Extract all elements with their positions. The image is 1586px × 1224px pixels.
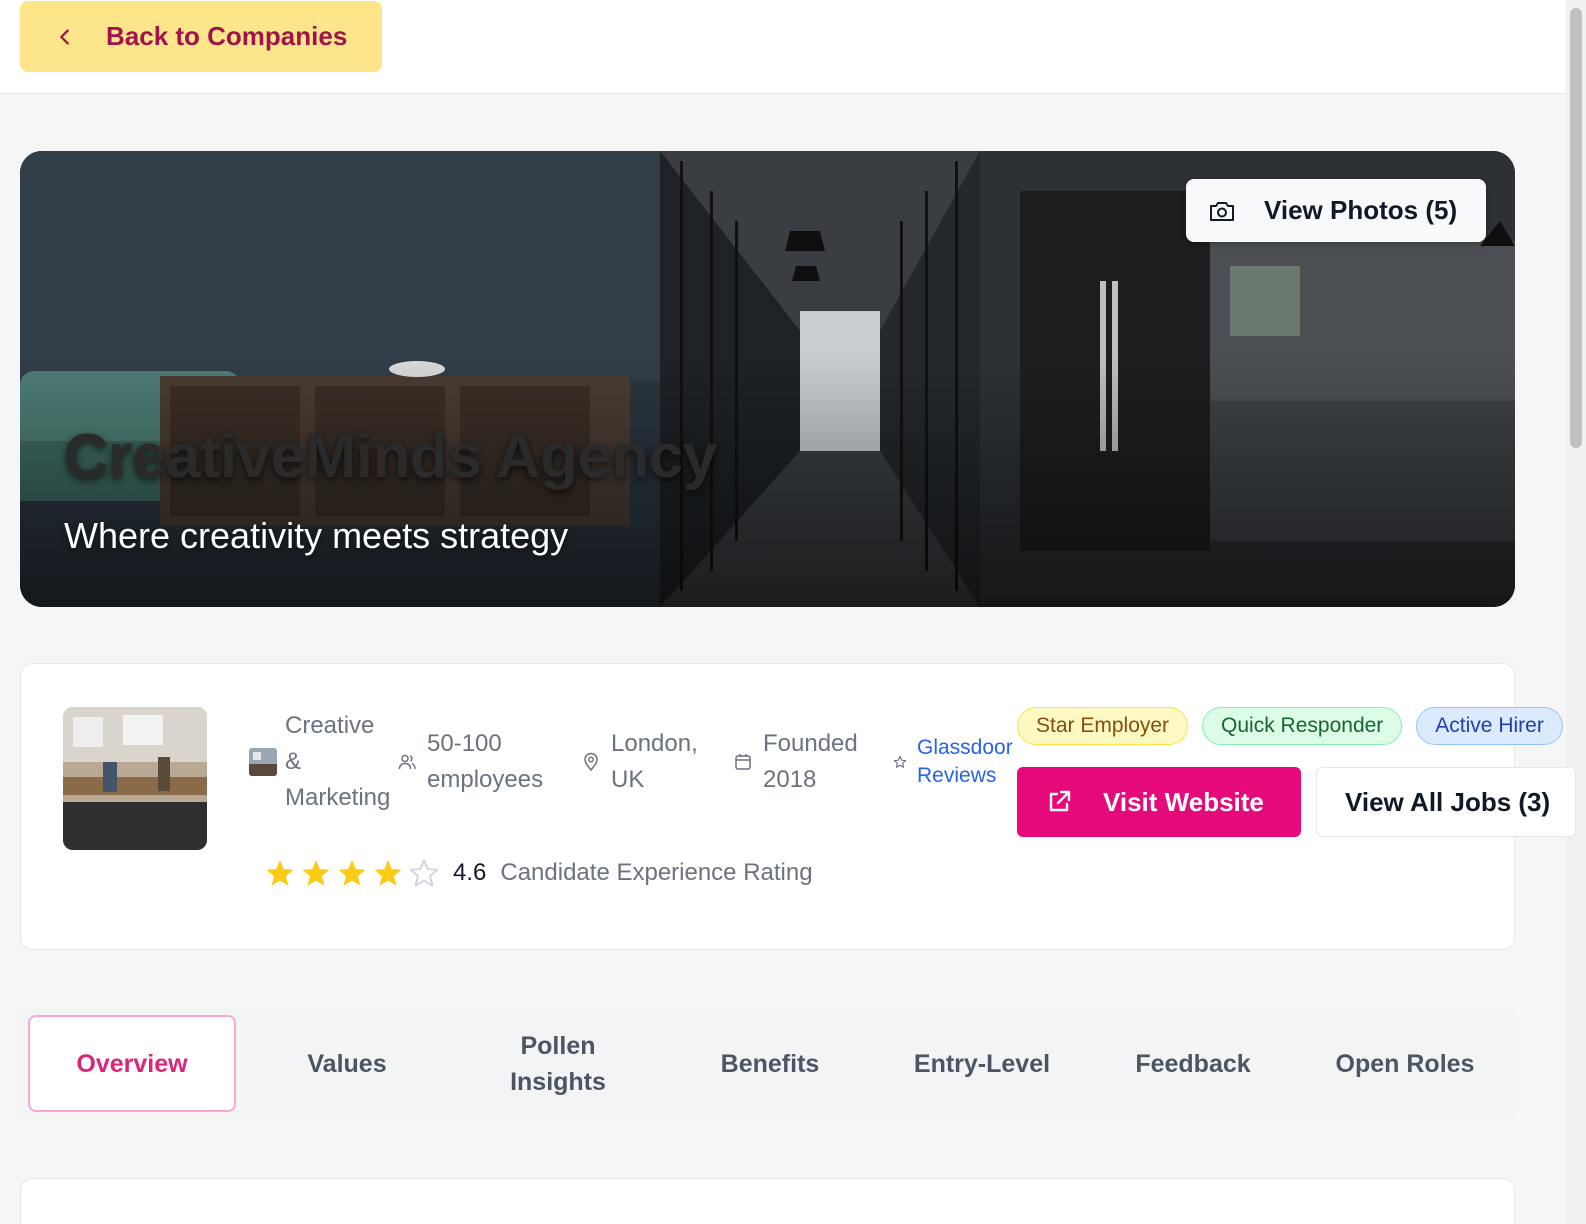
- glassdoor-text: Glassdoor Reviews: [917, 736, 1013, 787]
- location: London, UK: [581, 726, 698, 798]
- company-tagline: Where creativity meets strategy: [64, 515, 569, 556]
- map-pin-icon: [584, 752, 598, 772]
- company-name: CreativeMinds Agency: [64, 422, 717, 491]
- view-photos-label: View Photos (5): [1264, 195, 1458, 225]
- tab-benefits[interactable]: Benefits: [666, 1015, 874, 1112]
- founded-text: Founded 2018: [763, 730, 858, 793]
- candidate-experience-rating: 4.6 Candidate Experience Rating: [265, 858, 813, 888]
- users-icon: [398, 754, 416, 770]
- star-filled-icon: [302, 859, 330, 886]
- tab-values[interactable]: Values: [243, 1015, 451, 1112]
- industry-text: Creative & Marketing: [285, 712, 391, 811]
- badges: Star Employer Quick Responder Active Hir…: [1017, 707, 1563, 745]
- star-filled-icon: [266, 859, 294, 886]
- tab-entry-level[interactable]: Entry-Level: [878, 1015, 1086, 1112]
- badge-star-employer: Star Employer: [1017, 707, 1189, 745]
- scrollbar-thumb[interactable]: [1570, 8, 1582, 448]
- star-filled-icon: [338, 859, 366, 886]
- tab-open-roles[interactable]: Open Roles: [1301, 1015, 1509, 1112]
- top-bar: Back to Companies: [0, 0, 1566, 94]
- industry: Creative & Marketing: [249, 708, 390, 816]
- location-text: London, UK: [611, 730, 698, 793]
- founded: Founded 2018: [733, 726, 858, 798]
- tab-pollen-insights[interactable]: Pollen Insights: [454, 1015, 662, 1112]
- view-photos-button[interactable]: View Photos (5): [1186, 179, 1486, 242]
- visit-website-label: Visit Website: [1103, 786, 1264, 817]
- company-tabs: Overview Values Pollen Insights Benefits…: [20, 1007, 1515, 1121]
- view-all-jobs-label: View All Jobs (3): [1345, 786, 1551, 817]
- chevron-left-icon: [60, 28, 69, 45]
- rating-label: Candidate Experience Rating: [500, 859, 813, 886]
- badge-quick-responder: Quick Responder: [1202, 707, 1403, 745]
- rating-value: 4.6: [453, 859, 487, 886]
- tab-overview[interactable]: Overview: [28, 1015, 236, 1112]
- industry-thumbnail: [249, 748, 277, 776]
- back-button-label: Back to Companies: [106, 21, 348, 51]
- external-link-icon: [1049, 790, 1071, 812]
- hero-banner: CreativeMinds Agency Where creativity me…: [20, 151, 1515, 607]
- employee-count: 50-100 employees: [397, 726, 543, 798]
- star-empty-icon: [409, 858, 439, 887]
- glassdoor-reviews-link[interactable]: Glassdoor Reviews: [893, 734, 1013, 790]
- view-all-jobs-button[interactable]: View All Jobs (3): [1316, 767, 1576, 837]
- company-info-card: Creative & Marketing 50-100 employees Lo…: [20, 663, 1576, 950]
- badge-active-hirer: Active Hirer: [1416, 707, 1563, 745]
- star-filled-icon: [374, 859, 402, 886]
- back-to-companies-button[interactable]: Back to Companies: [20, 1, 382, 72]
- scrollbar[interactable]: [1566, 0, 1586, 1224]
- star-outline-icon: [893, 755, 907, 768]
- camera-icon: [1210, 201, 1234, 221]
- company-logo: [63, 707, 207, 850]
- tab-feedback[interactable]: Feedback: [1089, 1015, 1297, 1112]
- visit-website-button[interactable]: Visit Website: [1017, 767, 1301, 837]
- company-logo-image: [63, 707, 207, 850]
- calendar-icon: [735, 754, 751, 770]
- rating-stars: [265, 858, 439, 888]
- employee-count-text: 50-100 employees: [427, 730, 544, 793]
- content-card: [20, 1178, 1515, 1224]
